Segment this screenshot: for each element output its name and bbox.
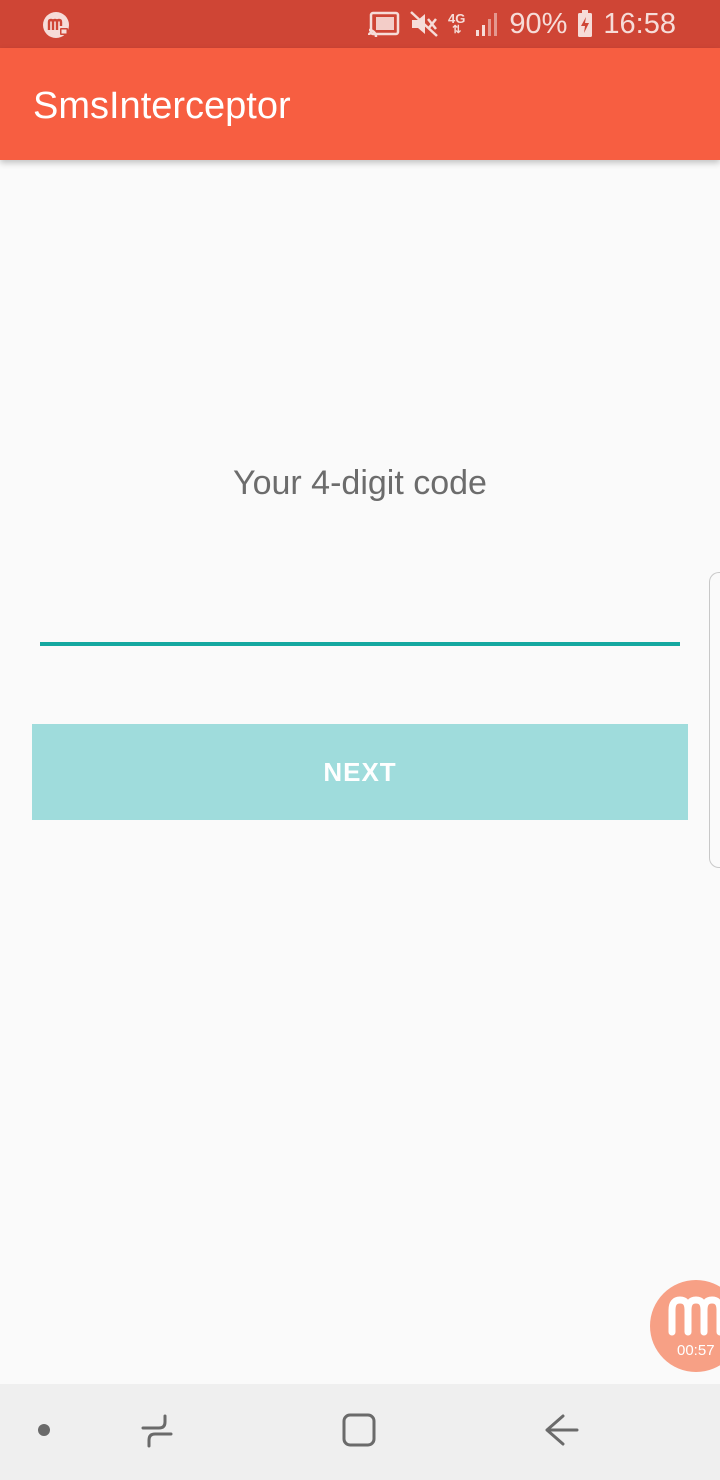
app-bar: SmsInterceptor (0, 48, 720, 160)
home-icon (341, 1412, 377, 1453)
dot-icon (37, 1423, 51, 1442)
navigation-bar (0, 1384, 720, 1480)
recorder-logo-icon (666, 1292, 720, 1341)
screen: 4G ⇅ 90% 16:58 SmsInterceptor Your 4-dig… (0, 0, 720, 1480)
battery-percent: 90% (509, 7, 568, 40)
back-button[interactable] (524, 1384, 598, 1480)
signal-icon (475, 11, 499, 37)
code-prompt-label: Your 4-digit code (233, 464, 487, 502)
clock: 16:58 (603, 7, 676, 40)
status-bar: 4G ⇅ 90% 16:58 (0, 0, 720, 48)
recents-button[interactable] (122, 1384, 192, 1480)
edge-panel-handle[interactable] (709, 572, 720, 868)
back-icon (543, 1412, 579, 1453)
home-button[interactable] (322, 1384, 396, 1480)
next-button[interactable]: NEXT (32, 724, 688, 820)
app-title: SmsInterceptor (33, 85, 291, 127)
recorder-elapsed-time: 00:57 (677, 1342, 715, 1359)
recorder-icon (42, 11, 70, 39)
cast-icon (368, 11, 400, 37)
network-4g-icon: 4G ⇅ (448, 11, 466, 36)
code-input[interactable] (40, 584, 680, 646)
screen-recorder-bubble[interactable]: 00:57 (650, 1280, 720, 1372)
recents-icon (139, 1412, 175, 1453)
status-icons: 4G ⇅ 90% 16:58 (368, 0, 676, 48)
battery-charging-icon (577, 10, 593, 38)
mute-icon (410, 11, 438, 37)
nav-dot-button[interactable] (14, 1384, 74, 1480)
